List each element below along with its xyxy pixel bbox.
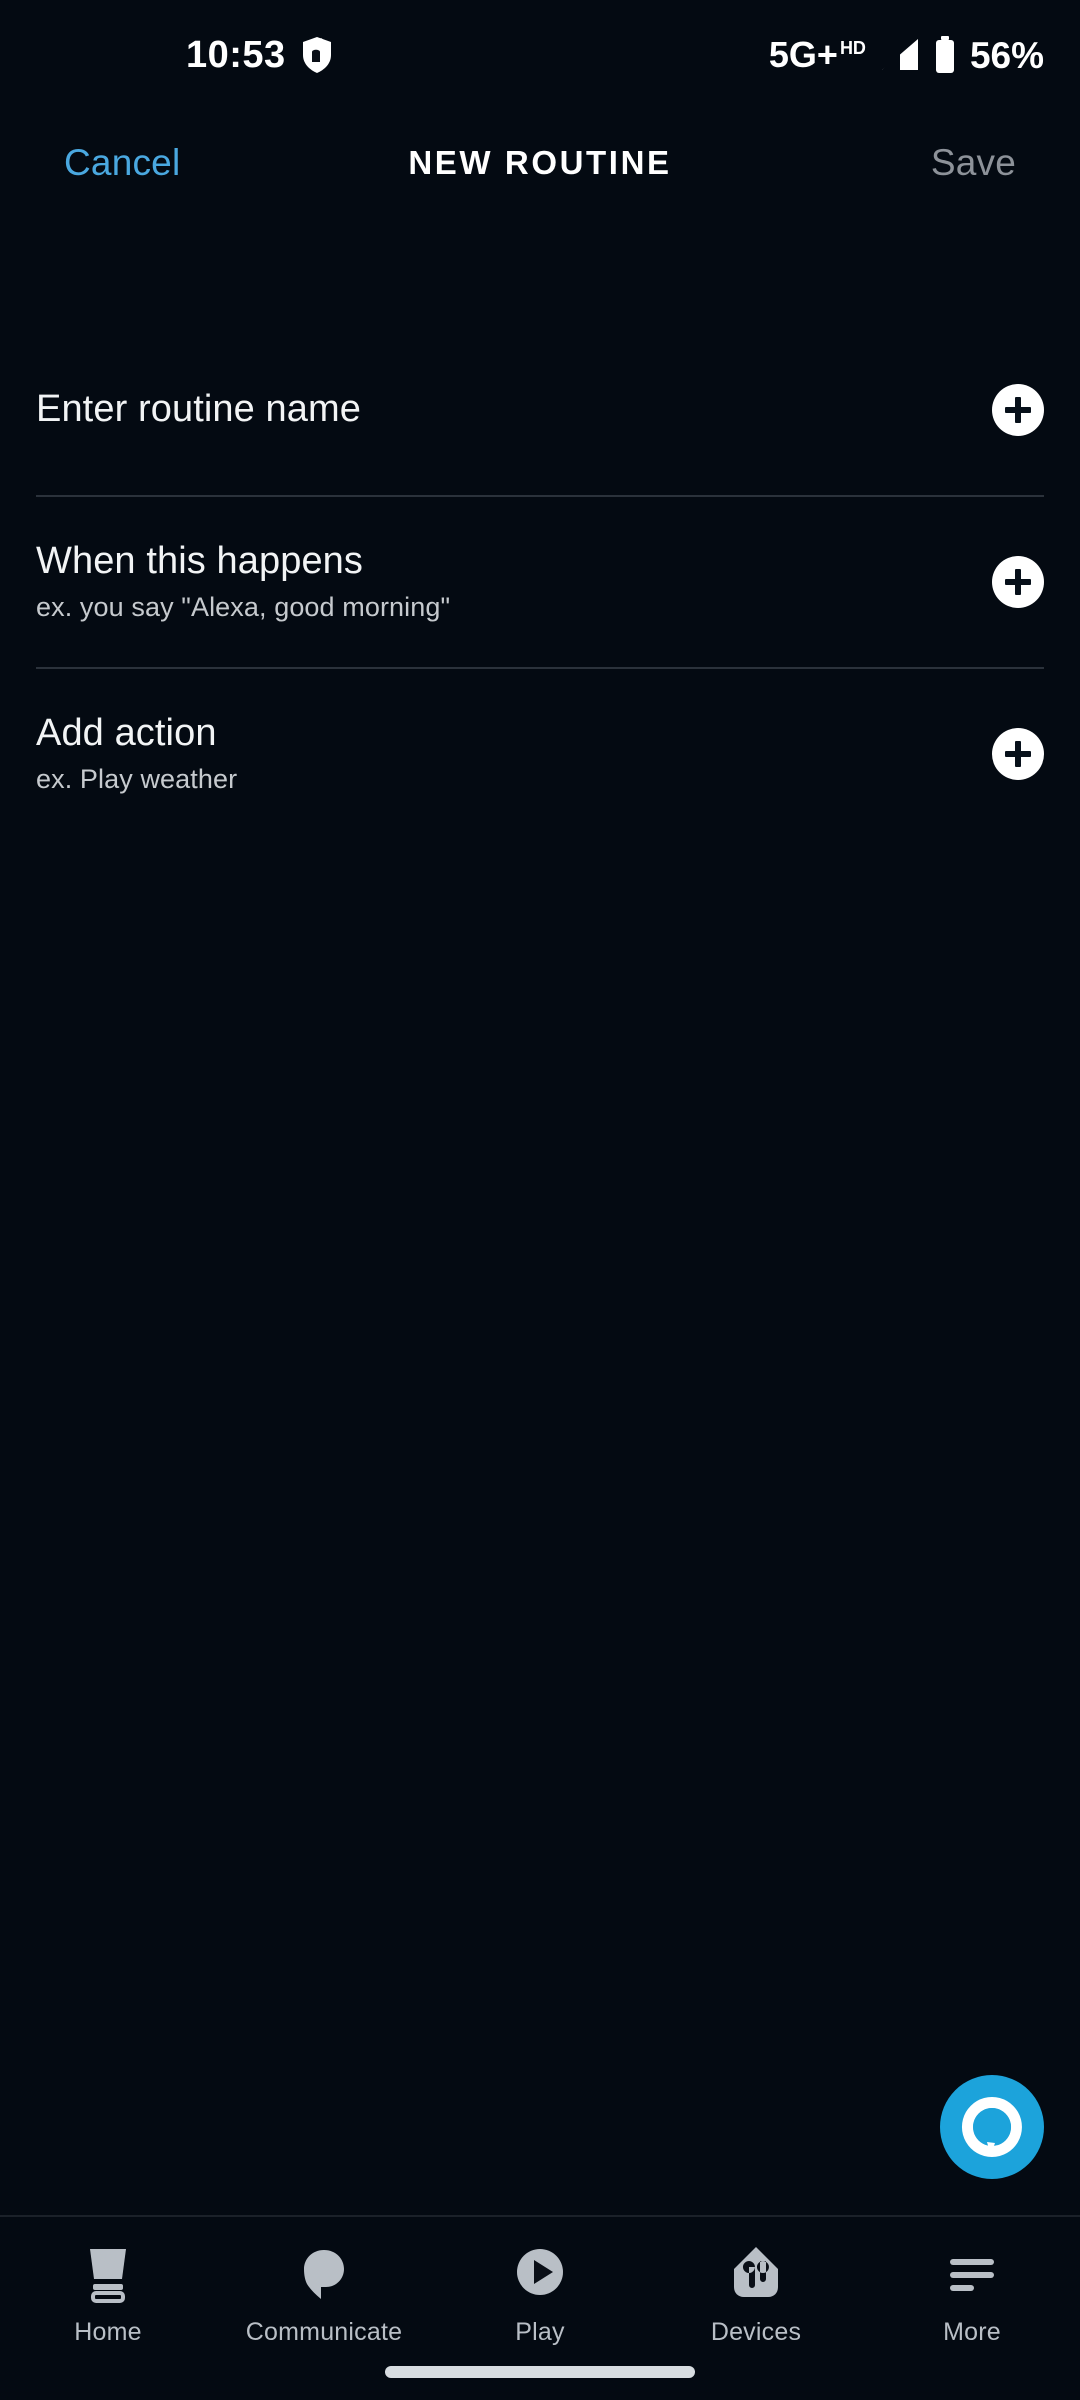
when-this-happens-texts: When this happens ex. you say "Alexa, go… (36, 540, 451, 623)
add-action-label: Add action (36, 712, 217, 755)
routine-builder-list: Enter routine name When this happens ex.… (0, 215, 1080, 2215)
routine-name-row[interactable]: Enter routine name (0, 325, 1080, 495)
add-action-hint: ex. Play weather (36, 764, 238, 795)
nav-tab-devices-label: Devices (710, 2318, 802, 2346)
hamburger-menu-icon (944, 2243, 1000, 2305)
nav-tab-play[interactable]: Play (432, 2243, 648, 2347)
add-action-texts: Add action ex. Play weather (36, 712, 238, 795)
nav-tab-communicate[interactable]: Communicate (216, 2243, 432, 2347)
alexa-voice-button[interactable] (940, 2075, 1044, 2179)
when-this-happens-hint: ex. you say "Alexa, good morning" (36, 592, 451, 623)
screen-header: Cancel NEW ROUTINE Save (0, 110, 1080, 215)
status-bar-left: 10:53 (186, 0, 334, 110)
battery-percent-label: 56% (969, 34, 1044, 76)
echo-show-device-icon (80, 2243, 136, 2305)
add-action-button[interactable] (992, 728, 1044, 780)
battery-icon (932, 35, 958, 75)
add-action-row[interactable]: Add action ex. Play weather (0, 669, 1080, 839)
status-bar-clock: 10:53 (186, 34, 286, 76)
app-screen: 10:53 5G + HD 56% Cancel NEW ROUTINE Sav… (0, 0, 1080, 2400)
add-trigger-button[interactable] (992, 556, 1044, 608)
speech-bubble-icon (296, 2243, 352, 2305)
when-this-happens-label: When this happens (36, 540, 364, 583)
alexa-logo-icon (959, 2094, 1025, 2160)
system-gesture-bar[interactable] (385, 2366, 695, 2378)
routine-name-texts: Enter routine name (36, 388, 361, 431)
shield-hand-icon (300, 36, 334, 74)
when-this-happens-row[interactable]: When this happens ex. you say "Alexa, go… (0, 497, 1080, 667)
nav-tab-communicate-label: Communicate (245, 2318, 403, 2346)
nav-tab-home-label: Home (74, 2318, 142, 2346)
smart-home-house-icon (728, 2243, 784, 2305)
nav-tab-home[interactable]: Home (0, 2243, 216, 2347)
page-title: NEW ROUTINE (408, 143, 672, 181)
play-circle-icon (512, 2243, 568, 2305)
nav-tab-devices[interactable]: Devices (648, 2243, 864, 2347)
nav-tab-more-label: More (943, 2318, 1001, 2346)
signal-bars-icon (878, 36, 920, 74)
status-bar-right: 5G + HD 56% (769, 0, 1044, 110)
add-routine-name-button[interactable] (992, 384, 1044, 436)
nav-tab-more[interactable]: More (864, 2243, 1080, 2347)
routine-name-label: Enter routine name (36, 388, 361, 431)
status-bar: 10:53 5G + HD 56% (0, 0, 1080, 110)
hd-voice-label: HD (839, 38, 866, 58)
save-button[interactable]: Save (931, 142, 1016, 184)
network-type-label: 5G + HD (768, 34, 866, 75)
nav-tab-play-label: Play (515, 2318, 565, 2346)
